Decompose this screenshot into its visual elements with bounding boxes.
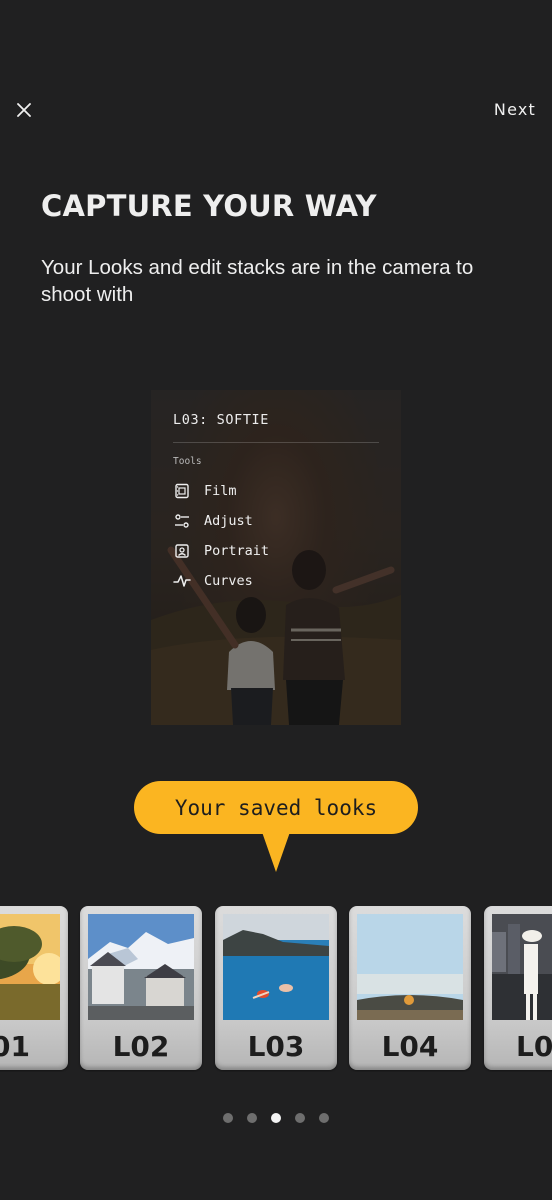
look-code: 01 [0, 1030, 30, 1063]
look-thumbnail [223, 914, 329, 1020]
close-button[interactable] [12, 98, 36, 122]
tool-film[interactable]: Film [173, 482, 237, 500]
divider [173, 442, 379, 443]
tool-portrait[interactable]: Portrait [173, 542, 269, 560]
sliders-icon [173, 512, 191, 530]
close-icon [17, 103, 31, 117]
look-card-l04[interactable]: L04 [349, 906, 471, 1070]
look-code: L0 [516, 1030, 552, 1063]
pagination-dots [0, 1113, 552, 1123]
look-code: L02 [112, 1030, 170, 1063]
page-dot[interactable] [295, 1113, 305, 1123]
page-dot-active[interactable] [271, 1113, 281, 1123]
tool-label: Portrait [204, 543, 270, 559]
page-title: CAPTURE YOUR WAY [41, 189, 377, 223]
look-preview-card: L03: SOFTIE Tools Film Adjust Portrait C… [151, 390, 401, 725]
looks-carousel[interactable]: 01 L02 L03 L04 L0 [0, 906, 552, 1072]
look-code: L04 [381, 1030, 439, 1063]
look-name: L03: SOFTIE [173, 412, 270, 428]
look-code: L03 [247, 1030, 305, 1063]
page-dot[interactable] [223, 1113, 233, 1123]
look-thumbnail [492, 914, 552, 1020]
tools-label: Tools [173, 456, 202, 467]
look-thumbnail [357, 914, 463, 1020]
next-button[interactable]: Next [494, 100, 536, 119]
curves-icon [173, 572, 191, 590]
tooltip-pointer [262, 832, 290, 872]
saved-looks-tooltip: Your saved looks [134, 781, 418, 834]
look-card-l01[interactable]: 01 [0, 906, 68, 1070]
tool-curves[interactable]: Curves [173, 572, 253, 590]
film-icon [173, 482, 191, 500]
page-subtitle: Your Looks and edit stacks are in the ca… [41, 256, 474, 306]
portrait-icon [173, 542, 191, 560]
tool-label: Adjust [204, 513, 253, 529]
look-card-l02[interactable]: L02 [80, 906, 202, 1070]
tool-adjust[interactable]: Adjust [173, 512, 253, 530]
look-card-l03[interactable]: L03 [215, 906, 337, 1070]
page-dot[interactable] [247, 1113, 257, 1123]
look-thumbnail [0, 914, 60, 1020]
look-card-l05[interactable]: L0 [484, 906, 552, 1070]
page-dot[interactable] [319, 1113, 329, 1123]
tool-label: Curves [204, 573, 253, 589]
tool-label: Film [204, 483, 237, 499]
look-thumbnail [88, 914, 194, 1020]
